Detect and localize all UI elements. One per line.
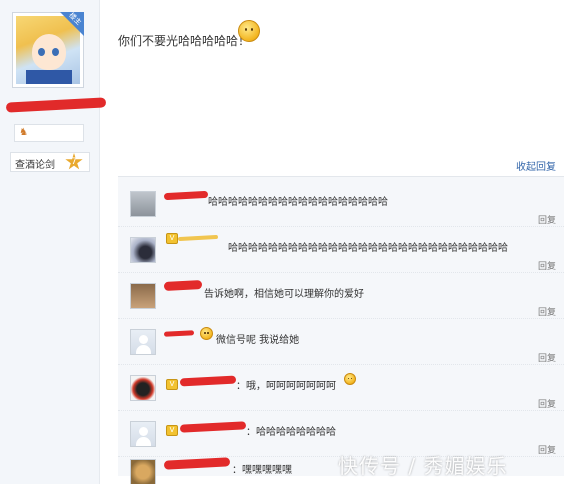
comment-item: 哈哈哈哈哈哈哈哈哈哈哈哈哈哈哈哈哈哈 回复: [118, 181, 564, 227]
comment-text: 哈哈哈哈哈哈哈哈哈哈哈哈哈哈哈哈哈哈哈哈哈哈哈哈哈哈哈哈: [228, 243, 508, 254]
comment-item: V ：哦，呵呵呵呵呵呵呵 回复: [118, 365, 564, 411]
forum-tag-label: 查酒论剑: [15, 160, 55, 171]
post-content: 你们不要光哈哈哈哈哈！: [118, 34, 251, 48]
smile-emoji-icon: [344, 373, 356, 385]
redacted-username: [163, 280, 203, 291]
comment-text: 告诉她啊，相信她可以理解你的爱好: [204, 289, 364, 300]
vip-icon: V: [166, 233, 178, 244]
level-icon: ♞: [19, 127, 28, 138]
commenter-avatar[interactable]: [130, 283, 156, 309]
commenter-avatar[interactable]: [130, 237, 156, 263]
collapse-reply-link[interactable]: 收起回复: [516, 158, 556, 173]
comment-text: 微信号呢 我说给她: [216, 335, 300, 346]
comment-text: ：哦，呵呵呵呵呵呵呵: [236, 381, 336, 392]
comment-text: ：嘿嘿嘿嘿嘿: [232, 465, 292, 476]
author-sidebar: 楼主 ♞ 查酒论剑 7: [0, 0, 107, 484]
reply-button[interactable]: 回复: [538, 213, 556, 226]
redacted-username: [5, 97, 107, 113]
reply-button[interactable]: 回复: [538, 305, 556, 318]
smile-emoji-icon: [238, 20, 260, 42]
commenter-avatar[interactable]: [130, 191, 156, 217]
vip-icon: V: [166, 379, 178, 390]
vip-icon: V: [166, 425, 178, 436]
default-avatar-icon[interactable]: [130, 421, 156, 447]
forum-tag[interactable]: 查酒论剑 7: [10, 152, 90, 172]
reply-button[interactable]: 回复: [538, 397, 556, 410]
author-avatar[interactable]: 楼主: [12, 11, 84, 88]
comments-panel: 哈哈哈哈哈哈哈哈哈哈哈哈哈哈哈哈哈哈 回复 V 哈哈哈哈哈哈哈哈哈哈哈哈哈哈哈哈…: [118, 176, 564, 484]
comment-text: ：哈哈哈哈哈哈哈哈: [246, 427, 336, 438]
comment-item: V 哈哈哈哈哈哈哈哈哈哈哈哈哈哈哈哈哈哈哈哈哈哈哈哈哈哈哈哈 回复: [118, 227, 564, 273]
redacted-username: [163, 330, 195, 337]
redacted-username: [177, 234, 219, 242]
user-level-box: ♞: [14, 124, 84, 142]
commenter-avatar[interactable]: [130, 459, 156, 484]
redacted-username: [179, 375, 237, 387]
redacted-username: [163, 190, 209, 201]
redacted-username: [179, 421, 247, 433]
comment-item: 告诉她啊，相信她可以理解你的爱好 回复: [118, 273, 564, 319]
forum-level-badge-icon: 7: [65, 153, 83, 170]
smile-emoji-icon: [200, 327, 213, 340]
reply-button[interactable]: 回复: [538, 351, 556, 364]
commenter-avatar[interactable]: [130, 375, 156, 401]
comment-item: 微信号呢 我说给她 回复: [118, 319, 564, 365]
default-avatar-icon[interactable]: [130, 329, 156, 355]
comment-text: 哈哈哈哈哈哈哈哈哈哈哈哈哈哈哈哈哈哈: [208, 197, 388, 208]
reply-button[interactable]: 回复: [538, 259, 556, 272]
watermark-text: 快传号 / 秀媚娱乐: [338, 454, 508, 478]
redacted-username: [163, 457, 231, 470]
